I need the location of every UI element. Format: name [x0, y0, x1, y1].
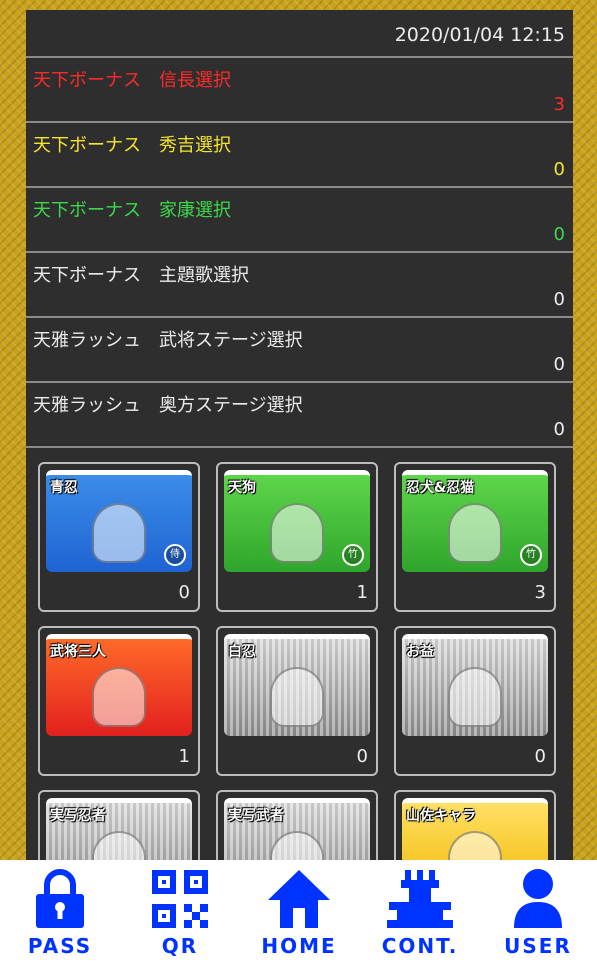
character-illustration [270, 831, 324, 860]
card-name: 実写忍者 [50, 808, 106, 824]
card-thumbnail: 天狗 竹 [224, 470, 370, 572]
qr-code-icon [125, 868, 235, 930]
character-card[interactable]: 忍犬&忍猫 竹 3 [394, 462, 556, 612]
character-illustration [92, 503, 146, 563]
card-thumbnail: お益 [402, 634, 548, 736]
card-name: 武将三人 [50, 644, 106, 660]
list-item: 天下ボーナス 主題歌選択 0 [26, 253, 573, 318]
list-item: 天下ボーナス 家康選択 0 [26, 188, 573, 253]
nav-cont-button[interactable]: CONT. [365, 868, 475, 958]
character-card[interactable]: 山佐キャラ [394, 790, 556, 860]
row-count: 0 [553, 289, 565, 310]
card-thumbnail: 忍犬&忍猫 竹 [402, 470, 548, 572]
card-thumbnail: 実写武者 [224, 798, 370, 860]
row-label: 天下ボーナス 信長選択 [33, 70, 231, 91]
card-count: 0 [178, 582, 190, 603]
row-label: 天雅ラッシュ 武将ステージ選択 [33, 330, 303, 351]
nav-home-button[interactable]: HOME [244, 868, 354, 958]
nav-label: HOME [261, 934, 337, 958]
row-count: 0 [553, 419, 565, 440]
character-illustration [92, 831, 146, 860]
nav-label: CONT. [381, 934, 459, 958]
list-item: 天下ボーナス 秀吉選択 0 [26, 123, 573, 188]
character-card[interactable]: 武将三人 1 [38, 626, 200, 776]
character-illustration [270, 503, 324, 563]
row-label: 天下ボーナス 家康選択 [33, 200, 231, 221]
row-label: 天雅ラッシュ 奥方ステージ選択 [33, 395, 303, 416]
list-item: 天雅ラッシュ 武将ステージ選択 0 [26, 318, 573, 383]
card-name: 忍犬&忍猫 [406, 480, 475, 496]
bonus-list: 天下ボーナス 信長選択 3 天下ボーナス 秀吉選択 0 天下ボーナス 家康選択 … [26, 56, 573, 448]
character-illustration [448, 667, 502, 727]
card-name: 実写武者 [228, 808, 284, 824]
character-card[interactable]: お益 0 [394, 626, 556, 776]
character-illustration [448, 503, 502, 563]
bottom-nav: PASS QR HOME CONT. USER [0, 860, 597, 965]
character-card[interactable]: 実写武者 [216, 790, 378, 860]
card-count: 3 [534, 582, 546, 603]
list-item: 天雅ラッシュ 奥方ステージ選択 0 [26, 383, 573, 448]
card-count: 1 [178, 746, 190, 767]
character-illustration [448, 831, 502, 860]
nav-label: PASS [27, 934, 93, 958]
nav-label: QR [161, 934, 199, 958]
row-count: 0 [553, 354, 565, 375]
card-grid: 青忍 侍 0 天狗 竹 1 忍犬&忍猫 竹 3 武将三人 1 白忍 0 お益 0… [26, 448, 573, 860]
character-card[interactable]: 実写忍者 [38, 790, 200, 860]
card-name: 白忍 [228, 644, 256, 660]
row-count: 3 [553, 94, 565, 115]
nav-label: USER [504, 934, 572, 958]
character-card[interactable]: 青忍 侍 0 [38, 462, 200, 612]
card-name: 山佐キャラ [406, 808, 476, 824]
user-icon [483, 868, 593, 930]
row-count: 0 [553, 224, 565, 245]
card-thumbnail: 武将三人 [46, 634, 192, 736]
card-name: お益 [406, 644, 434, 660]
card-name: 天狗 [228, 480, 256, 496]
row-label: 天下ボーナス 主題歌選択 [33, 265, 249, 286]
nav-pass-button[interactable]: PASS [5, 868, 115, 958]
card-count: 0 [356, 746, 368, 767]
row-label: 天下ボーナス 秀吉選択 [33, 135, 231, 156]
card-count: 0 [534, 746, 546, 767]
rarity-badge-icon: 侍 [164, 544, 186, 566]
nav-qr-button[interactable]: QR [125, 868, 235, 958]
card-name: 青忍 [50, 480, 78, 496]
card-count: 1 [356, 582, 368, 603]
nav-user-button[interactable]: USER [483, 868, 593, 958]
card-thumbnail: 白忍 [224, 634, 370, 736]
datetime: 2020/01/04 12:15 [394, 24, 565, 46]
list-item: 天下ボーナス 信長選択 3 [26, 58, 573, 123]
lock-icon [5, 868, 115, 930]
castle-icon [365, 868, 475, 930]
character-card[interactable]: 天狗 竹 1 [216, 462, 378, 612]
card-thumbnail: 青忍 侍 [46, 470, 192, 572]
character-card[interactable]: 白忍 0 [216, 626, 378, 776]
card-thumbnail: 山佐キャラ [402, 798, 548, 860]
row-count: 0 [553, 159, 565, 180]
character-illustration [270, 667, 324, 727]
card-thumbnail: 実写忍者 [46, 798, 192, 860]
history-panel: 2020/01/04 12:15 天下ボーナス 信長選択 3 天下ボーナス 秀吉… [26, 10, 573, 860]
character-illustration [92, 667, 146, 727]
home-icon [244, 868, 354, 930]
rarity-badge-icon: 竹 [342, 544, 364, 566]
rarity-badge-icon: 竹 [520, 544, 542, 566]
